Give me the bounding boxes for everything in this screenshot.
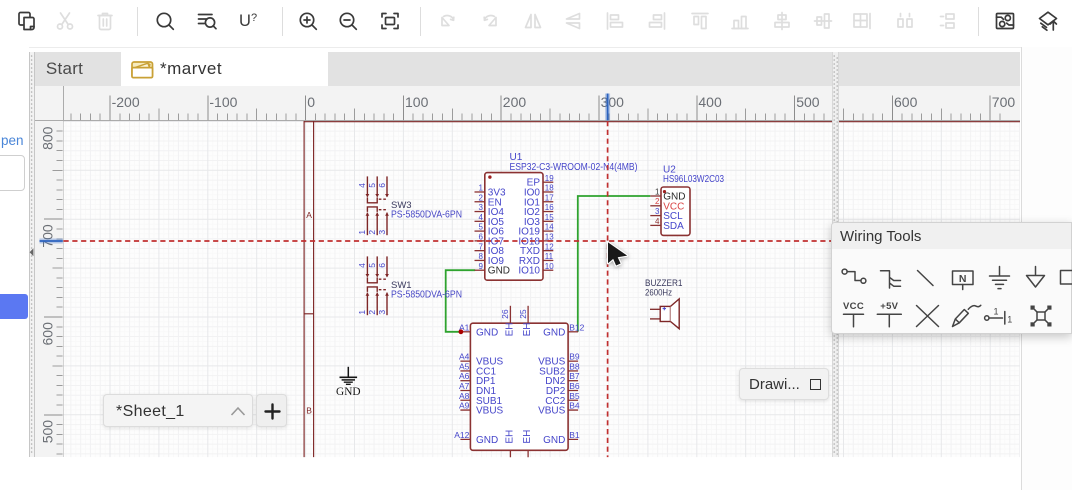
svg-text:N: N [959, 273, 967, 285]
svg-text:VCC: VCC [843, 301, 864, 312]
svg-text:1: 1 [1007, 315, 1012, 325]
svg-text:1: 1 [993, 307, 998, 317]
svg-text:+5V: +5V [880, 301, 898, 312]
